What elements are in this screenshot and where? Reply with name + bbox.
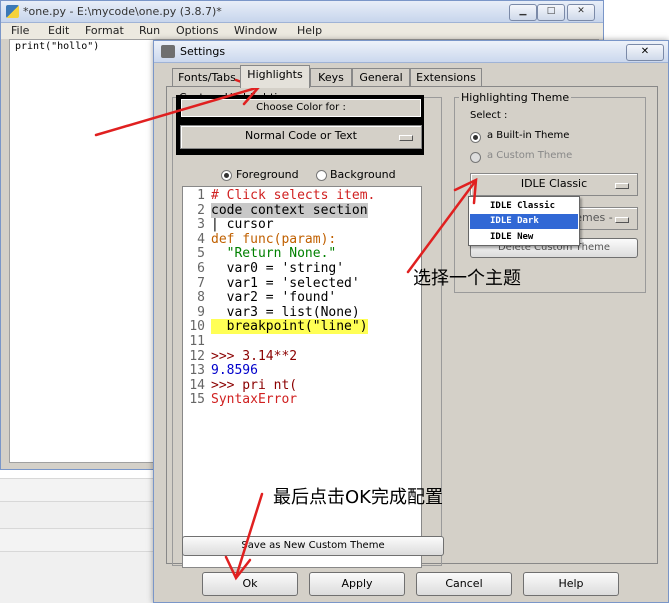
tab-highlights[interactable]: Highlights	[240, 65, 310, 88]
arrow-to-highlights-tab	[94, 86, 258, 137]
annotation-arrows	[94, 78, 478, 581]
arrow-to-theme-select	[406, 181, 476, 274]
annotation-click-ok: 最后点击OK完成配置	[273, 487, 443, 508]
arrow-to-ok	[234, 492, 264, 579]
annotation-choose-theme: 选择一个主题	[413, 268, 521, 289]
